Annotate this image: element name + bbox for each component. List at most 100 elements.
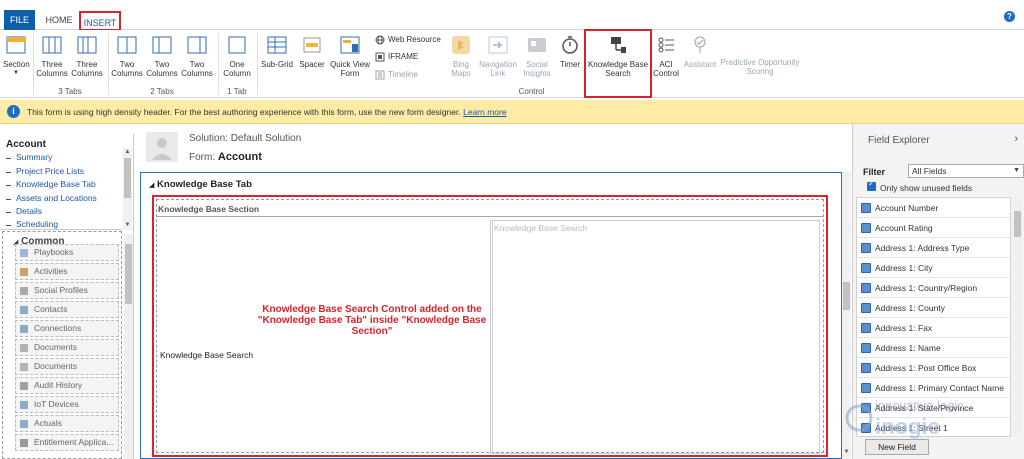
nav-link-knowledge-base-tab[interactable]: Knowledge Base Tab xyxy=(6,179,96,189)
assistant-icon xyxy=(694,36,706,53)
field-item[interactable]: Address 1: City xyxy=(857,258,1010,278)
nav-item-documents[interactable]: Documents xyxy=(15,339,119,356)
ribbon: Section ▼ Three Columns Three Columns 3 … xyxy=(0,30,1024,98)
scroll-up-icon[interactable]: ▲ xyxy=(123,148,132,157)
tab-bar: FILE HOME INSERT ? xyxy=(0,0,1024,31)
field-icon xyxy=(861,283,871,293)
ribbon-separator xyxy=(218,33,219,95)
field-item[interactable]: Address 1: Country/Region xyxy=(857,278,1010,298)
scroll-thumb[interactable] xyxy=(124,158,131,198)
nav-link-scheduling[interactable]: Scheduling xyxy=(6,219,58,229)
nav-link-details[interactable]: Details xyxy=(6,206,42,216)
sub-grid-icon xyxy=(267,36,287,54)
social-profiles-icon xyxy=(20,287,28,295)
spacer-button[interactable]: Spacer xyxy=(297,34,327,69)
two-columns-icon xyxy=(152,36,172,54)
nav-link-assets-and-locations[interactable]: Assets and Locations xyxy=(6,193,97,203)
kb-search-control[interactable]: Knowledge Base Search xyxy=(492,220,820,454)
nav-item-iot-devices[interactable]: IoT Devices xyxy=(15,396,119,413)
navigation-link-icon xyxy=(488,36,508,54)
nav-item-activities[interactable]: Activities xyxy=(15,263,119,280)
field-item[interactable]: Address 1: Post Office Box xyxy=(857,358,1010,378)
help-icon[interactable]: ? xyxy=(1004,11,1015,22)
web-resource-button[interactable]: Web Resource xyxy=(375,34,441,46)
contacts-icon xyxy=(20,306,28,314)
social-insights-button[interactable]: Social Insights xyxy=(520,34,554,78)
iot-devices-icon xyxy=(20,401,28,409)
field-icon xyxy=(861,263,871,273)
predictive-opportunity-scoring-button[interactable]: Predictive Opportunity Scoring xyxy=(718,34,802,76)
two-columns-third-button[interactable]: Two Columns xyxy=(180,34,214,78)
chevron-right-icon[interactable]: › xyxy=(1014,133,1018,145)
learn-more-link[interactable]: Learn more xyxy=(463,107,506,117)
info-bar-text: This form is using high density header. … xyxy=(27,107,507,117)
aci-control-button[interactable]: ACI Control xyxy=(652,34,680,78)
tab-title[interactable]: ◢ Knowledge Base Tab xyxy=(149,179,252,190)
filter-label: Filter xyxy=(863,167,886,177)
section-title: Knowledge Base Section xyxy=(158,204,260,214)
nav-item-audit-history[interactable]: Audit History xyxy=(15,377,119,394)
nav-link-project-price-lists[interactable]: Project Price Lists xyxy=(6,166,84,176)
nav-item-entitlement-applications[interactable]: Entitlement Applica... xyxy=(15,434,119,451)
entity-avatar xyxy=(146,132,178,162)
nav-link-summary[interactable]: Summary xyxy=(6,152,52,162)
nav-item-playbooks[interactable]: Playbooks xyxy=(15,244,119,261)
two-columns-button[interactable]: Two Columns xyxy=(110,34,144,78)
ribbon-separator xyxy=(257,33,258,95)
nav-item-contacts[interactable]: Contacts xyxy=(15,301,119,318)
assistant-button[interactable]: Assistant xyxy=(682,34,718,69)
field-item[interactable]: Account Number xyxy=(857,198,1010,218)
kb-search-highlight-box xyxy=(584,29,652,98)
section-button[interactable]: Section ▼ xyxy=(3,34,30,78)
scroll-thumb[interactable] xyxy=(1014,211,1021,237)
bing-maps-button[interactable]: Bing Maps xyxy=(446,34,476,78)
expand-arrow-icon[interactable]: ◢ xyxy=(149,182,154,189)
tab-file[interactable]: FILE xyxy=(4,10,35,30)
field-item[interactable]: Account Rating xyxy=(857,218,1010,238)
one-column-button[interactable]: One Column xyxy=(220,34,254,78)
timeline-button[interactable]: Timeline xyxy=(375,69,418,81)
knowledge-base-section[interactable]: Knowledge Base Section Knowledge Base Se… xyxy=(156,199,824,454)
field-item[interactable]: Address 1: Address Type xyxy=(857,238,1010,258)
field-item[interactable]: Address 1: Fax xyxy=(857,318,1010,338)
tab-insert[interactable]: INSERT xyxy=(79,11,121,31)
nav-item-social-profiles[interactable]: Social Profiles xyxy=(15,282,119,299)
quick-view-form-icon xyxy=(340,36,360,54)
nav-item-actuals[interactable]: Actuals xyxy=(15,415,119,432)
section-highlight-box: Knowledge Base Section Knowledge Base Se… xyxy=(152,195,828,457)
globe-icon xyxy=(375,35,385,45)
form-name-label: Form: Account xyxy=(189,151,262,163)
field-label-column[interactable]: Knowledge Base Search Knowledge Base Sea… xyxy=(157,220,491,454)
inogic-watermark-logo: innovative logic inogic xyxy=(845,388,1024,458)
iframe-button[interactable]: IFRAME xyxy=(375,51,418,63)
two-columns-icon xyxy=(117,36,137,54)
nav-common-scrollbar[interactable] xyxy=(124,234,133,459)
three-columns-button[interactable]: Three Columns xyxy=(35,34,69,78)
form-canvas: ◢ Knowledge Base Tab Knowledge Base Sect… xyxy=(140,172,842,459)
scroll-down-icon[interactable]: ▼ xyxy=(123,221,132,230)
entity-image-icon xyxy=(152,138,172,160)
three-columns-alt-button[interactable]: Three Columns xyxy=(70,34,104,78)
playbooks-icon xyxy=(20,249,28,257)
nav-item-documents-2[interactable]: Documents xyxy=(15,358,119,375)
navigation-link-button[interactable]: Navigation Link xyxy=(478,34,518,78)
connections-icon xyxy=(20,325,28,333)
spacer-icon xyxy=(303,37,321,53)
two-columns-alt-button[interactable]: Two Columns xyxy=(145,34,179,78)
left-navigation: Account Summary Project Price Lists Know… xyxy=(0,134,134,459)
only-unused-checkbox[interactable] xyxy=(867,179,876,191)
nav-item-connections[interactable]: Connections xyxy=(15,320,119,337)
field-item[interactable]: Address 1: Name xyxy=(857,338,1010,358)
filter-select[interactable]: All Fields ▼ xyxy=(908,164,1024,178)
scroll-thumb[interactable] xyxy=(125,244,132,304)
scroll-thumb[interactable] xyxy=(843,282,850,310)
field-item[interactable]: Address 1: County xyxy=(857,298,1010,318)
group-label-control: Control xyxy=(518,87,545,96)
sub-grid-button[interactable]: Sub-Grid xyxy=(259,34,295,69)
nav-account-scrollbar[interactable]: ▲ ▼ xyxy=(123,148,132,230)
tab-home[interactable]: HOME xyxy=(38,10,80,30)
field-explorer-title: Field Explorer xyxy=(868,135,930,146)
info-bar: i This form is using high density header… xyxy=(0,100,1024,124)
timer-button[interactable]: Timer xyxy=(557,34,583,69)
quick-view-form-button[interactable]: Quick View Form xyxy=(328,34,372,78)
